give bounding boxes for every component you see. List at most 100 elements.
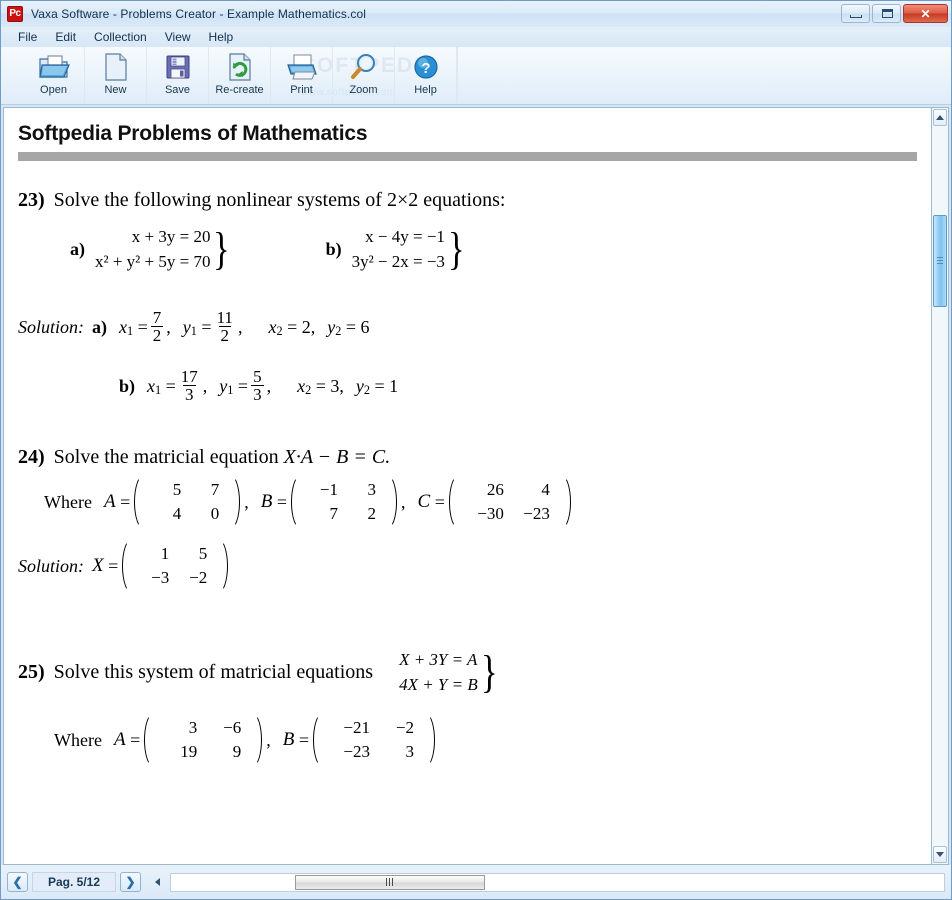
problem-24: 24) Solve the matricial equation X·A − B… <box>18 446 917 595</box>
toolbar-label-recreate: Re-create <box>215 84 264 96</box>
toolbar-button-save[interactable]: Save <box>147 47 209 104</box>
solution-label: Solution: <box>18 555 84 576</box>
problem-25-text: Solve this system of matricial equations <box>53 660 374 683</box>
page-indicator: Pag. 5/12 <box>32 872 116 892</box>
matrix-row: 26 4 <box>486 480 550 499</box>
problem-23-solution-a: Solution: a) x1 = 7 2 , y1 = 11 2 , x 2 … <box>18 308 370 345</box>
scroll-down-button[interactable] <box>933 846 947 863</box>
toolbar-label-help: Help <box>414 84 437 96</box>
scroll-up-button[interactable] <box>933 109 947 126</box>
horizontal-scroll-left-button[interactable] <box>149 873 166 891</box>
problem-24-statement: 24) Solve the matricial equation X·A − B… <box>18 446 917 469</box>
matrix-row: 19 9 <box>180 742 242 761</box>
floppy-disk-icon <box>165 50 191 84</box>
solution-b-x1-fraction: 17 3 <box>180 367 198 404</box>
next-page-button[interactable]: ❯ <box>120 872 141 892</box>
application-window: Pc Vaxa Software - Problems Creator - Ex… <box>0 0 952 900</box>
title-divider <box>18 152 917 161</box>
menu-item-view[interactable]: View <box>156 28 200 46</box>
solution-b-label: b) <box>119 376 136 396</box>
problem-24-equation: X·A − B = C. <box>283 446 391 468</box>
maximize-button[interactable] <box>872 4 901 23</box>
toolbar-button-recreate[interactable]: Re-create <box>209 47 271 104</box>
brace-icon: } <box>213 223 231 274</box>
where-label: Where <box>44 491 92 512</box>
problem-23-solution-b: b) x1 = 17 3 , y1 = 5 3 , x 2 = 3 , y 2 … <box>119 367 399 404</box>
document-content: Softpedia Problems of Mathematics 23) So… <box>4 108 931 864</box>
new-document-icon <box>104 50 128 84</box>
solution-a-y1-fraction: 11 2 <box>216 308 233 345</box>
problem-23-math: 2×2 <box>386 189 419 211</box>
document-page: Softpedia Problems of Mathematics 23) So… <box>3 107 932 865</box>
toolbar-label-new: New <box>104 84 127 96</box>
vertical-scroll-track[interactable] <box>932 127 948 845</box>
menu-item-help[interactable]: Help <box>200 28 243 46</box>
matrix-A: A = 5 7 4 0 , <box>104 473 249 531</box>
toolbar-label-zoom: Zoom <box>349 84 378 96</box>
toolbar-button-new[interactable]: New <box>85 47 147 104</box>
paren-left-icon <box>289 473 300 531</box>
system-a-eq-2: x² + y² + 5y = 70 <box>95 252 211 271</box>
toolbar-button-open[interactable]: Open <box>23 47 85 104</box>
paren-left-icon <box>120 537 131 595</box>
close-button[interactable]: ✕ <box>903 4 948 23</box>
problem-25-eq-1: X + 3Y = A <box>399 650 478 669</box>
toolbar-label-print: Print <box>290 84 313 96</box>
paren-left-icon <box>447 473 458 531</box>
document-area: Softpedia Problems of Mathematics 23) So… <box>1 105 951 865</box>
toolbar-label-open: Open <box>40 84 67 96</box>
printer-icon <box>285 50 319 84</box>
solution-a-x2: 2 <box>301 317 311 337</box>
menu-item-edit[interactable]: Edit <box>46 28 85 46</box>
system-b-label: b) <box>325 238 342 259</box>
app-icon: Pc <box>7 6 23 22</box>
problem-23-text-post: equations: <box>418 189 506 211</box>
problem-25: 25) Solve this system of matricial equat… <box>18 647 917 769</box>
chevron-down-icon <box>936 852 944 857</box>
paren-right-icon <box>253 711 264 769</box>
matrix-row: 7 2 <box>329 504 377 523</box>
maximize-icon <box>882 9 893 18</box>
system-b-eq-2: 3y² − 2x = −3 <box>351 252 445 271</box>
paren-left-icon <box>311 711 322 769</box>
horizontal-scrollbar[interactable] <box>170 872 945 892</box>
solution-a-label: a) <box>92 317 107 337</box>
previous-page-button[interactable]: ❮ <box>7 872 28 892</box>
problem-25-matrices: Where A = 3 −6 19 9 , B = −21 −2 −23 3 <box>18 711 917 769</box>
minimize-icon <box>850 15 862 18</box>
paren-right-icon <box>231 473 242 531</box>
grip-icon <box>385 878 395 886</box>
problem-25-number: 25) <box>18 660 45 683</box>
menu-item-file[interactable]: File <box>9 28 46 46</box>
paren-left-icon <box>132 473 143 531</box>
solution-label: Solution: <box>18 317 84 337</box>
problem-24-solution: Solution: X = 1 5 −3 −2 <box>18 537 917 595</box>
toolbar-button-zoom[interactable]: Zoom <box>333 47 395 104</box>
question-mark-icon: ? <box>412 50 440 84</box>
solution-a-y2: 6 <box>360 317 370 337</box>
close-icon: ✕ <box>920 6 931 21</box>
matrix-C: C = 26 4 −30 −23 <box>418 473 575 531</box>
minimize-button[interactable] <box>841 4 870 23</box>
matrix-B: B = −1 3 7 2 , <box>261 473 406 531</box>
svg-text:?: ? <box>421 60 430 77</box>
problem-25-system: X + 3Y = A 4X + Y = B } <box>399 647 503 697</box>
matrix-row: −23 3 <box>343 742 414 761</box>
horizontal-scroll-thumb[interactable] <box>295 874 485 890</box>
matrix-row: −30 −23 <box>477 504 550 523</box>
paren-right-icon <box>562 473 573 531</box>
matrix-X: X = 1 5 −3 −2 <box>92 537 232 595</box>
page-title: Softpedia Problems of Mathematics <box>18 122 368 145</box>
menu-item-collection[interactable]: Collection <box>85 28 156 46</box>
chevron-left-icon <box>155 878 160 886</box>
problem-23-systems: a) x + 3y = 20 x² + y² + 5y = 70 } b) x … <box>18 224 917 274</box>
problem-23-system-b: b) x − 4y = −1 3y² − 2x = −3 } <box>326 224 470 274</box>
toolbar-button-help[interactable]: ? Help <box>395 47 457 104</box>
solution-a-x1-fraction: 7 2 <box>150 308 164 345</box>
solution-b-x2: 3 <box>330 376 340 396</box>
paren-right-icon <box>219 537 230 595</box>
vertical-scrollbar[interactable] <box>932 107 949 865</box>
toolbar-button-print[interactable]: Print <box>271 47 333 104</box>
solution-b-y2: 1 <box>389 376 399 396</box>
vertical-scroll-thumb[interactable] <box>933 215 947 307</box>
